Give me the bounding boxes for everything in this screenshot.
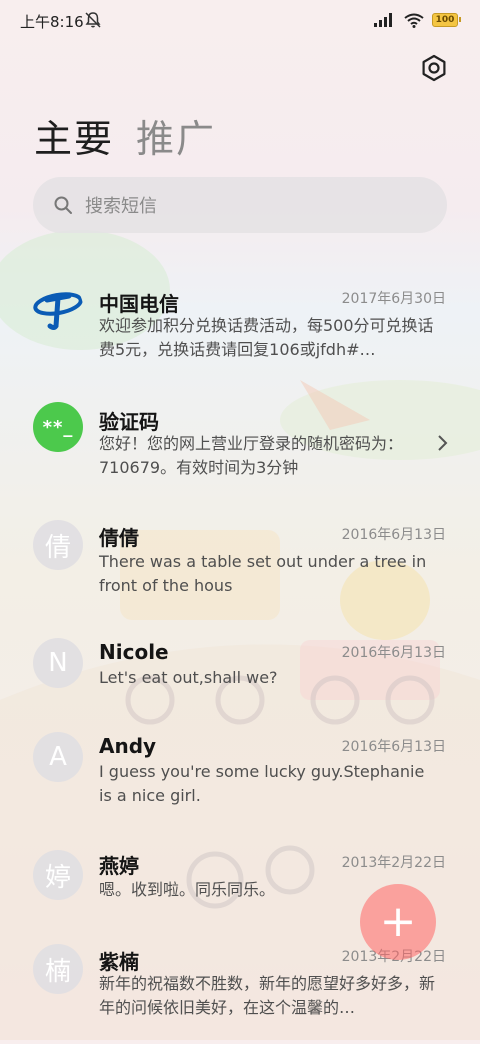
avatar: N [33, 638, 83, 688]
search-icon [54, 196, 72, 214]
avatar: **_ [33, 402, 83, 452]
avatar: 婷 [33, 850, 83, 900]
sender-name: Nicole [99, 640, 169, 664]
sender-name: Andy [99, 734, 157, 758]
new-message-button[interactable]: + [360, 884, 436, 960]
search-input[interactable]: 搜索短信 [33, 177, 447, 233]
battery-icon: 100 [432, 13, 461, 27]
sender-name: 倩倩 [99, 526, 139, 550]
tab-promotions[interactable]: 推广 [136, 114, 216, 164]
avatar: 楠 [33, 944, 83, 994]
message-date: 2016年6月13日 [341, 645, 446, 661]
avatar-text: 倩 [44, 532, 71, 563]
conversation-item[interactable]: 倩 倩倩 2016年6月13日 There was a table set ou… [0, 520, 480, 630]
message-preview: I guess you're some lucky guy.Stephanie … [99, 762, 425, 805]
avatar-text: A [49, 742, 67, 772]
message-date: 2016年6月13日 [341, 739, 446, 755]
message-preview: Let's eat out,shall we? [99, 668, 278, 687]
message-date: 2016年6月13日 [341, 527, 446, 543]
bell-off-icon [85, 12, 101, 28]
conversation-item[interactable]: 楠 紫楠 2013年2月22日 新年的祝福数不胜数，新年的愿望好多好多，新年的问… [0, 944, 480, 1044]
search-placeholder: 搜索短信 [85, 196, 157, 217]
tab-bar: 主要 推广 [34, 114, 216, 164]
sender-name: 中国电信 [99, 292, 179, 316]
conversation-item[interactable]: 中国电信 2017年6月30日 欢迎参加积分兑换话费活动，每500分可兑换话费5… [0, 268, 480, 378]
message-date: 2013年2月22日 [341, 855, 446, 871]
sender-name: 验证码 [99, 410, 159, 434]
gear-icon[interactable] [418, 52, 450, 84]
tab-main[interactable]: 主要 [34, 114, 114, 164]
battery-level: 100 [435, 15, 455, 25]
sender-name: 燕婷 [99, 854, 139, 878]
plus-icon: + [379, 896, 417, 947]
status-bar: 上午8:16 100 [0, 0, 480, 40]
sender-name: 紫楠 [99, 950, 139, 974]
avatar-text: 楠 [44, 956, 71, 987]
conversation-item[interactable]: N Nicole 2016年6月13日 Let's eat out,shall … [0, 638, 480, 718]
signal-icon [374, 13, 392, 27]
message-date: 2017年6月30日 [341, 291, 446, 307]
status-time: 上午8:16 [20, 13, 84, 31]
avatar: A [33, 732, 83, 782]
wifi-icon [404, 13, 424, 28]
conversation-item[interactable]: **_ 验证码 您好！您的网上营业厅登录的随机密码为：710679。有效时间为3… [0, 394, 480, 504]
message-preview: There was a table set out under a tree i… [99, 552, 427, 595]
conversation-item[interactable]: A Andy 2016年6月13日 I guess you're some lu… [0, 732, 480, 832]
avatar-text: 婷 [44, 862, 71, 893]
avatar-text: **_ [42, 416, 74, 438]
avatar: 倩 [33, 520, 83, 570]
avatar-text: N [48, 648, 68, 678]
message-preview: 您好！您的网上营业厅登录的随机密码为：710679。有效时间为3分钟 [99, 434, 404, 477]
message-preview: 欢迎参加积分兑换话费活动，每500分可兑换话费5元，兑换话费请回复106或jfd… [99, 316, 434, 359]
china-telecom-logo [33, 292, 83, 330]
message-preview: 新年的祝福数不胜数，新年的愿望好多好多，新年的问候依旧美好，在这个温馨的… [99, 974, 436, 1017]
